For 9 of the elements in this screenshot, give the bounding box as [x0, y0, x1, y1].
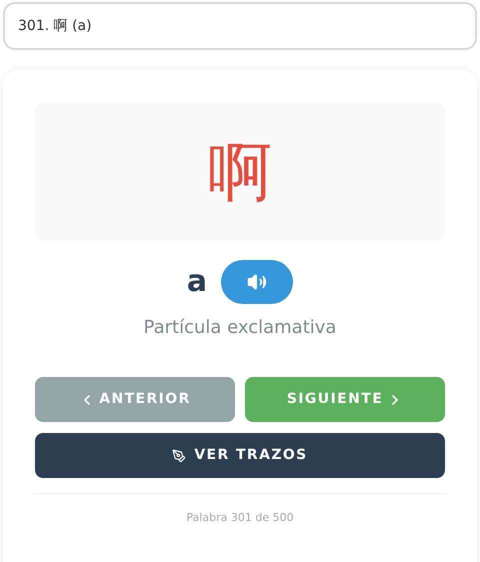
pinyin: a: [186, 267, 208, 297]
word-select[interactable]: 301. 啊 (a): [3, 2, 477, 50]
speaker-icon: [247, 272, 268, 292]
view-strokes-button[interactable]: VER TRAZOS: [35, 433, 445, 478]
pen-icon: [172, 448, 186, 462]
word-counter: Palabra 301 de 500: [185, 510, 295, 526]
meaning: Partícula exclamativa: [142, 316, 338, 340]
hanzi-character: 啊: [208, 140, 272, 204]
audio-button[interactable]: [221, 260, 294, 304]
